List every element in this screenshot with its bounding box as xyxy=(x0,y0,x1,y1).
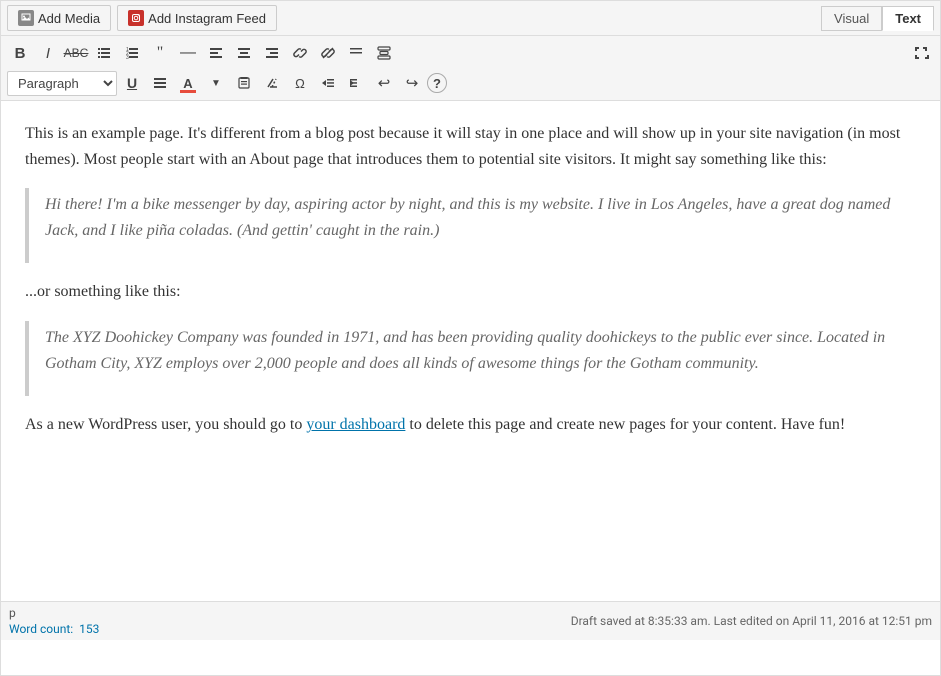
undo-button[interactable]: ↩ xyxy=(371,70,397,96)
content-quote-2: The XYZ Doohickey Company was founded in… xyxy=(25,321,916,396)
toolbar-row-1: B I ABC 123 " — xyxy=(7,40,934,66)
justify-button[interactable] xyxy=(147,70,173,96)
word-count-label: Word count: xyxy=(9,622,73,636)
horizontal-rule-button[interactable]: — xyxy=(175,40,201,66)
fullscreen-button[interactable] xyxy=(908,40,934,66)
editor-wrapper: Add Media Add Instagram Feed Visual Text… xyxy=(0,0,941,676)
paragraph3-before-link: As a new WordPress user, you should go t… xyxy=(25,416,306,433)
media-icon xyxy=(18,10,34,26)
blockquote-button[interactable]: " xyxy=(147,40,173,66)
tab-visual[interactable]: Visual xyxy=(821,6,882,31)
svg-text:3: 3 xyxy=(126,55,129,60)
clear-formatting-button[interactable] xyxy=(259,70,285,96)
ordered-list-button[interactable]: 123 xyxy=(119,40,145,66)
align-right-button[interactable] xyxy=(259,40,285,66)
top-bar: Add Media Add Instagram Feed Visual Text xyxy=(1,1,940,36)
toolbar-row-2: Paragraph Heading 1 Heading 2 Heading 3 … xyxy=(7,70,934,96)
redo-button[interactable]: ↪ xyxy=(399,70,425,96)
text-color-button[interactable]: A xyxy=(175,70,201,96)
align-left-button[interactable] xyxy=(203,40,229,66)
indent-decrease-button[interactable] xyxy=(315,70,341,96)
view-tabs: Visual Text xyxy=(821,6,934,31)
content-paragraph-2: ...or something like this: xyxy=(25,279,916,305)
color-picker-toggle[interactable]: ▼ xyxy=(203,70,229,96)
tab-text[interactable]: Text xyxy=(882,6,934,31)
status-bar: p Word count: 153 Draft saved at 8:35:33… xyxy=(1,601,940,640)
top-bar-left: Add Media Add Instagram Feed xyxy=(7,5,277,31)
dashboard-link[interactable]: your dashboard xyxy=(306,416,405,433)
instagram-icon xyxy=(128,10,144,26)
strikethrough-button[interactable]: ABC xyxy=(63,40,89,66)
paragraph3-after-link: to delete this page and create new pages… xyxy=(405,416,845,433)
italic-button[interactable]: I xyxy=(35,40,61,66)
remove-link-button[interactable] xyxy=(315,40,341,66)
special-char-button[interactable]: Ω xyxy=(287,70,313,96)
draft-status: Draft saved at 8:35:33 am. Last edited o… xyxy=(571,614,932,628)
add-instagram-button[interactable]: Add Instagram Feed xyxy=(117,5,277,31)
toggle-toolbar-button[interactable] xyxy=(371,40,397,66)
insert-link-button[interactable] xyxy=(287,40,313,66)
bold-button[interactable]: B xyxy=(7,40,33,66)
format-select[interactable]: Paragraph Heading 1 Heading 2 Heading 3 … xyxy=(7,71,117,96)
add-media-label: Add Media xyxy=(38,11,100,26)
indent-increase-button[interactable] xyxy=(343,70,369,96)
underline-button[interactable]: U xyxy=(119,70,145,96)
content-paragraph-3: As a new WordPress user, you should go t… xyxy=(25,412,916,438)
add-instagram-label: Add Instagram Feed xyxy=(148,11,266,26)
path-indicator: p xyxy=(9,606,99,620)
help-button[interactable]: ? xyxy=(427,73,447,93)
content-paragraph-1: This is an example page. It's different … xyxy=(25,121,916,172)
unordered-list-button[interactable] xyxy=(91,40,117,66)
word-count-value: 153 xyxy=(79,622,99,636)
add-media-button[interactable]: Add Media xyxy=(7,5,111,31)
insert-more-button[interactable] xyxy=(343,40,369,66)
word-count: Word count: 153 xyxy=(9,622,99,636)
toolbar: B I ABC 123 " — xyxy=(1,36,940,101)
status-bar-left: p Word count: 153 xyxy=(9,606,99,636)
align-center-button[interactable] xyxy=(231,40,257,66)
paste-as-text-button[interactable] xyxy=(231,70,257,96)
editor-content[interactable]: This is an example page. It's different … xyxy=(1,101,940,601)
content-quote-1: Hi there! I'm a bike messenger by day, a… xyxy=(25,188,916,263)
